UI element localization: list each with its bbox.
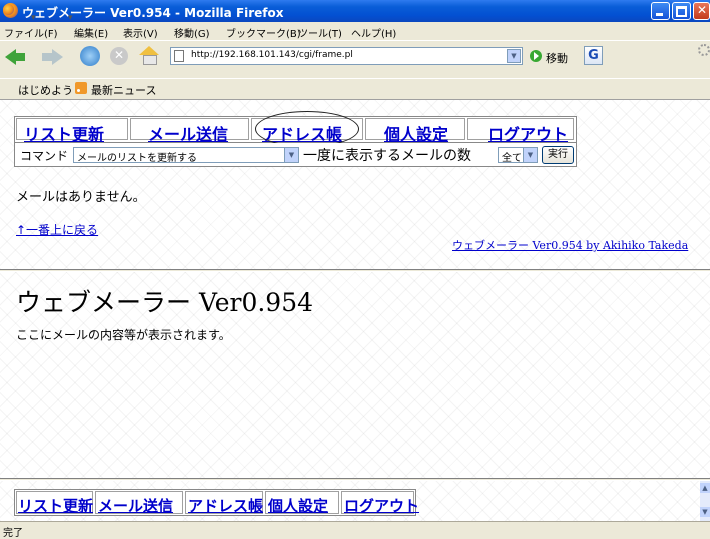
menu-view[interactable]: 表示(V) <box>123 25 158 40</box>
window-titlebar: ウェブメーラー Ver0.954 - Mozilla Firefox <box>0 0 710 22</box>
forward-arrow-icon[interactable] <box>40 46 66 66</box>
status-bar: 完了 <box>0 521 710 539</box>
nav-cell: メール送信 <box>95 491 183 516</box>
menu-file[interactable]: ファイル(F) <box>4 25 58 40</box>
bookmark-latest-news[interactable]: 最新ニュース <box>91 82 156 98</box>
nav-cell: メール送信 <box>130 118 249 144</box>
back-to-top-link[interactable]: ↑一番上に戻る <box>16 221 98 238</box>
nav-refresh-list-link[interactable]: リスト更新 <box>24 121 104 145</box>
maximize-button[interactable] <box>672 2 691 20</box>
menu-tools[interactable]: ツール(T) <box>298 25 342 40</box>
menu-edit[interactable]: 編集(E) <box>74 25 108 40</box>
nav-logout-link[interactable]: ログアウト <box>488 121 568 145</box>
scroll-up-icon[interactable]: ▲ <box>700 483 710 493</box>
go-button-label[interactable]: 移動 <box>546 50 568 66</box>
scroll-down-icon[interactable]: ▼ <box>700 507 710 517</box>
credit-link[interactable]: ウェブメーラー Ver0.954 by Akihiko Takeda <box>452 237 688 253</box>
nav-cell: 個人設定 <box>265 491 339 516</box>
bookmark-getting-started[interactable]: はじめよう <box>18 82 73 98</box>
no-mail-message: メールはありません。 <box>16 190 146 205</box>
status-text: 完了 <box>3 528 23 539</box>
command-select-value: メールのリストを更新する <box>77 153 197 164</box>
menu-bar: ファイル(F) 編集(E) 表示(V) 移動(G) ブックマーク(B) ツール(… <box>0 22 710 40</box>
rss-feed-icon <box>75 82 87 94</box>
menu-bookmarks[interactable]: ブックマーク(B) <box>226 25 301 40</box>
back-dropdown-icon[interactable]: ▾ <box>31 13 36 23</box>
nav-cell: ログアウト <box>341 491 419 515</box>
close-button[interactable] <box>693 2 710 20</box>
command-label: コマンド <box>20 149 69 163</box>
chevron-down-icon[interactable]: ▼ <box>284 148 298 162</box>
nav-send-mail-link[interactable]: メール送信 <box>148 121 228 145</box>
home-icon[interactable] <box>139 46 159 65</box>
page-title: ウェブメーラー Ver0.954 <box>16 288 314 317</box>
menu-help[interactable]: ヘルプ(H) <box>351 25 396 40</box>
firefox-bookmark-icon <box>3 4 14 15</box>
reload-icon[interactable] <box>80 46 100 66</box>
go-icon[interactable] <box>530 50 542 62</box>
bottom-send-mail-link[interactable]: メール送信 <box>98 495 173 516</box>
nav-cell: 個人設定 <box>365 118 465 144</box>
bottom-logout-link[interactable]: ログアウト <box>344 495 419 516</box>
bottom-personal-settings-link[interactable]: 個人設定 <box>268 495 328 516</box>
google-search-icon[interactable]: G <box>584 46 603 65</box>
forward-dropdown-icon[interactable]: ▾ <box>68 13 73 23</box>
mail-count-label: 一度に表示するメールの数 <box>303 148 471 164</box>
main-description: ここにメールの内容等が表示されます。 <box>16 328 231 342</box>
url-dropdown-icon[interactable]: ▼ <box>507 49 521 63</box>
bottom-nav-table: リスト更新 メール送信 アドレス帳 個人設定 ログアウト <box>14 489 419 516</box>
nav-personal-settings-link[interactable]: 個人設定 <box>384 121 448 145</box>
nav-cell: アドレス帳 <box>185 491 263 516</box>
menu-go[interactable]: 移動(G) <box>174 25 210 40</box>
bottom-refresh-list-link[interactable]: リスト更新 <box>18 495 93 516</box>
url-text[interactable]: http://192.168.101.143/cgi/frame.pl <box>191 50 353 60</box>
bottom-address-book-link[interactable]: アドレス帳 <box>188 495 263 516</box>
execute-button[interactable]: 実行 <box>542 146 574 164</box>
nav-cell: リスト更新 <box>16 118 128 144</box>
bottom-frame-scrollbar[interactable]: ▲ ▼ <box>700 481 710 521</box>
back-arrow-icon[interactable] <box>3 46 29 66</box>
throbber-icon <box>698 44 710 56</box>
command-select[interactable]: メールのリストを更新する ▼ <box>73 147 299 164</box>
highlight-ellipse <box>255 111 359 147</box>
window-title: ウェブメーラー Ver0.954 - Mozilla Firefox <box>22 6 284 20</box>
nav-cell: ログアウト <box>467 118 574 144</box>
stop-icon[interactable] <box>110 47 128 65</box>
address-bar[interactable]: http://192.168.101.143/cgi/frame.pl ▼ <box>170 47 523 65</box>
minimize-button[interactable] <box>651 2 670 20</box>
mail-count-select[interactable]: 全て ▼ <box>498 147 538 164</box>
chevron-down-icon[interactable]: ▼ <box>523 148 537 162</box>
page-icon <box>174 50 184 62</box>
mail-count-value: 全て <box>502 153 522 164</box>
nav-cell: リスト更新 <box>16 491 93 516</box>
